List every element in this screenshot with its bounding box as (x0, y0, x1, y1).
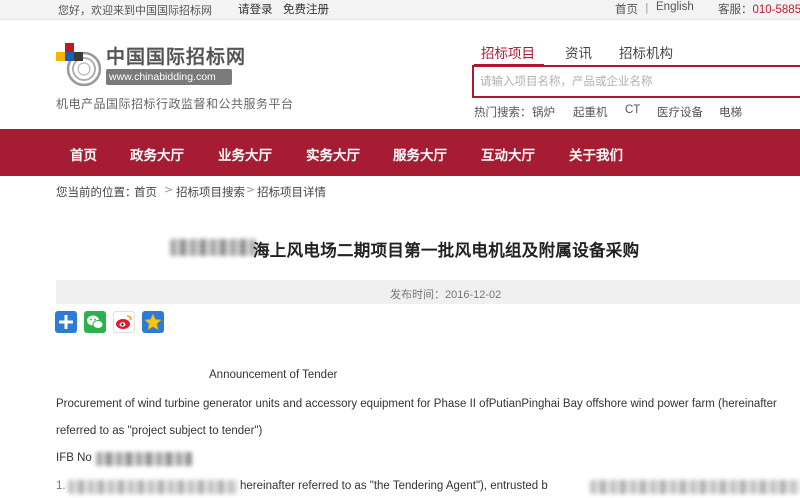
logo-name: 中国国际招标网 (106, 46, 247, 68)
top-separator: | (645, 1, 649, 14)
hot-term-medical[interactable]: 医疗设备 (657, 104, 703, 120)
tender-heading: Announcement of Tender (209, 369, 338, 381)
redacted-agent-name (68, 480, 238, 494)
tab-bidding-projects[interactable]: 招标项目 (481, 42, 535, 62)
tender-line-2: referred to as "project subject to tende… (56, 425, 263, 437)
tab-bidding-agencies[interactable]: 招标机构 (619, 42, 673, 62)
hot-term-boiler[interactable]: 锅炉 (532, 104, 555, 120)
search-box (472, 65, 800, 98)
breadcrumb-separator: > (164, 183, 174, 196)
ifb-label: IFB No (56, 452, 92, 464)
breadcrumb-project-detail: 招标项目详情 (257, 185, 326, 199)
search-input[interactable] (480, 74, 800, 88)
hot-term-crane[interactable]: 起重机 (573, 104, 608, 120)
hot-search-label: 热门搜索： (474, 105, 532, 119)
share-plus-icon[interactable] (55, 311, 77, 333)
main-nav: 首页 政务大厅 业务大厅 实务大厅 服务大厅 互动大厅 关于我们 (0, 129, 800, 176)
english-link[interactable]: English (656, 1, 694, 13)
breadcrumb-separator: > (246, 183, 256, 196)
top-home-link[interactable]: 首页 (615, 1, 638, 17)
nav-interaction-hall[interactable]: 互动大厅 (481, 144, 535, 164)
breadcrumb-home[interactable]: 首页 (134, 184, 157, 200)
nav-practice-hall[interactable]: 实务大厅 (306, 144, 360, 164)
tender-line-1: Procurement of wind turbine generator un… (56, 398, 777, 410)
nav-home[interactable]: 首页 (70, 144, 97, 164)
welcome-text: 您好，欢迎来到中国国际招标网 (58, 4, 212, 17)
tab-news[interactable]: 资讯 (565, 42, 592, 62)
nav-business-hall[interactable]: 业务大厅 (218, 144, 272, 164)
breadcrumb-label: 您当前的位置： (56, 185, 137, 199)
tender-line-4-number: 1. (56, 480, 66, 492)
nav-service-hall[interactable]: 服务大厅 (393, 144, 447, 164)
redacted-text (170, 239, 256, 256)
favorite-star-icon[interactable] (142, 311, 164, 333)
site-logo-icon[interactable] (56, 41, 102, 87)
weibo-icon[interactable] (113, 311, 135, 333)
redacted-entrusting-party (590, 480, 800, 494)
register-link[interactable]: 免费注册 (283, 1, 329, 17)
article-title: 海上风电场二期项目第一批风电机组及附属设备采购 (253, 241, 640, 260)
breadcrumb-project-search[interactable]: 招标项目搜索 (176, 184, 245, 200)
slogan: 机电产品国际招标行政监督和公共服务平台 (56, 97, 294, 111)
nav-about-us[interactable]: 关于我们 (569, 144, 623, 164)
publish-date: 2016-12-02 (445, 289, 502, 301)
hot-term-elevator[interactable]: 电梯 (719, 104, 742, 120)
nav-government-hall[interactable]: 政务大厅 (130, 144, 184, 164)
hot-term-ct[interactable]: CT (625, 104, 640, 116)
hotline-number: 010-5885 (752, 4, 800, 16)
tender-line-4: hereinafter referred to as "the Tenderin… (240, 480, 548, 492)
hotline-label: 客服： (718, 2, 753, 16)
publish-time: 发布时间：2016-12-02 (390, 286, 501, 302)
top-bar: 您好，欢迎来到中国国际招标网 请登录 免费注册 首页 | English 客服：… (0, 0, 800, 20)
publish-label: 发布时间： (390, 288, 445, 301)
wechat-icon[interactable] (84, 311, 106, 333)
redacted-ifb-number (96, 452, 192, 466)
login-link[interactable]: 请登录 (238, 1, 273, 17)
logo-url: www.chinabidding.com (106, 69, 232, 85)
hotline: 客服：010-5885 (718, 1, 800, 17)
